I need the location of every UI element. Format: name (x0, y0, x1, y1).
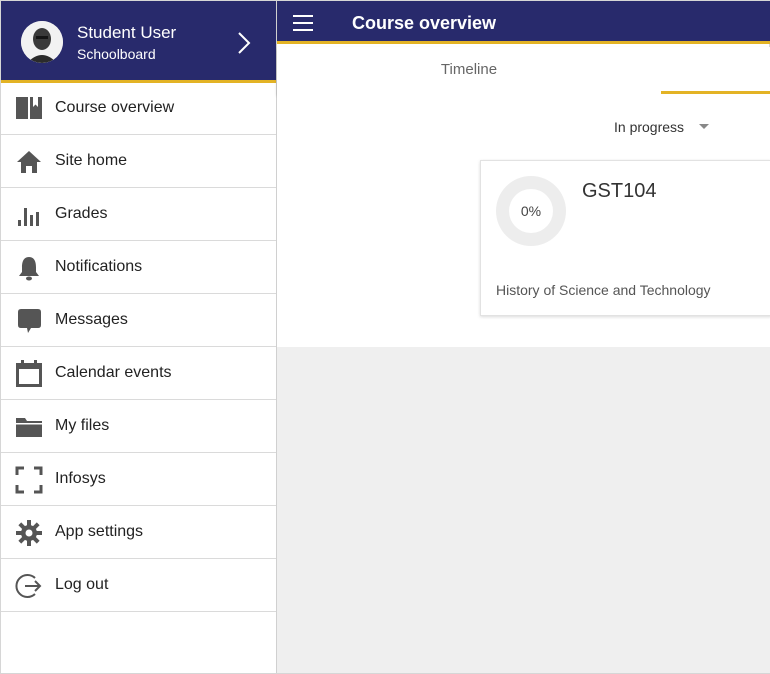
menu-item-course-overview[interactable]: Course overview (1, 82, 276, 135)
menu-item-log-out[interactable]: Log out (1, 559, 276, 612)
tab-timeline[interactable]: Timeline (277, 47, 661, 94)
folder-icon (16, 418, 42, 437)
menu-item-notifications[interactable]: Notifications (1, 241, 276, 294)
app-frame: Student User Schoolboard Course overview (0, 0, 770, 674)
avatar[interactable] (21, 21, 63, 63)
menu-item-infosys[interactable]: Infosys (1, 453, 276, 506)
hamburger-menu-icon[interactable] (293, 15, 313, 31)
main-menu: Course overview Site home Grades Notific… (1, 82, 276, 612)
menu-item-label: Calendar events (55, 364, 172, 381)
user-name: Student User (77, 23, 177, 42)
menu-item-label: Course overview (55, 99, 175, 116)
menu-item-my-files[interactable]: My files (1, 400, 276, 453)
course-list-panel: In progress 0% GST104 History of Science… (277, 94, 770, 347)
tab-courses[interactable] (661, 47, 770, 94)
bar-chart-icon (18, 208, 39, 226)
chat-bubble-icon (18, 309, 41, 333)
course-card[interactable]: 0% GST104 History of Science and Technol… (480, 160, 770, 316)
menu-item-label: Log out (55, 576, 109, 593)
side-menu: Student User Schoolboard Course overview (1, 1, 277, 673)
menu-item-site-home[interactable]: Site home (1, 135, 276, 188)
progress-percent: 0% (509, 189, 553, 233)
menu-item-grades[interactable]: Grades (1, 188, 276, 241)
dropdown-caret-icon[interactable] (699, 124, 709, 129)
book-icon (16, 97, 42, 119)
progress-ring: 0% (496, 176, 566, 246)
app-header: Course overview (277, 1, 770, 44)
empty-background (277, 347, 770, 673)
progress-filter-select[interactable]: In progress (614, 119, 684, 135)
gear-icon (16, 520, 42, 546)
logout-icon (15, 574, 42, 598)
home-icon (17, 151, 41, 173)
menu-item-app-settings[interactable]: App settings (1, 506, 276, 559)
menu-item-label: Infosys (55, 470, 106, 487)
menu-item-label: My files (55, 417, 110, 434)
menu-item-label: Messages (55, 311, 128, 328)
page-title: Course overview (352, 13, 497, 33)
course-code: GST104 (582, 180, 657, 202)
site-name: Schoolboard (77, 46, 156, 62)
menu-item-label: App settings (55, 523, 144, 540)
bell-icon (19, 257, 39, 281)
user-profile-header[interactable]: Student User Schoolboard (1, 1, 276, 83)
tab-bar: Timeline (277, 47, 770, 94)
scan-frame-icon (15, 466, 43, 494)
chevron-right-icon[interactable] (233, 29, 255, 57)
menu-item-label: Notifications (55, 258, 143, 275)
menu-item-label: Site home (55, 152, 128, 169)
menu-item-label: Grades (55, 205, 108, 222)
menu-item-messages[interactable]: Messages (1, 294, 276, 347)
course-name: History of Science and Technology (496, 282, 711, 298)
calendar-icon (16, 360, 42, 387)
menu-item-calendar-events[interactable]: Calendar events (1, 347, 276, 400)
